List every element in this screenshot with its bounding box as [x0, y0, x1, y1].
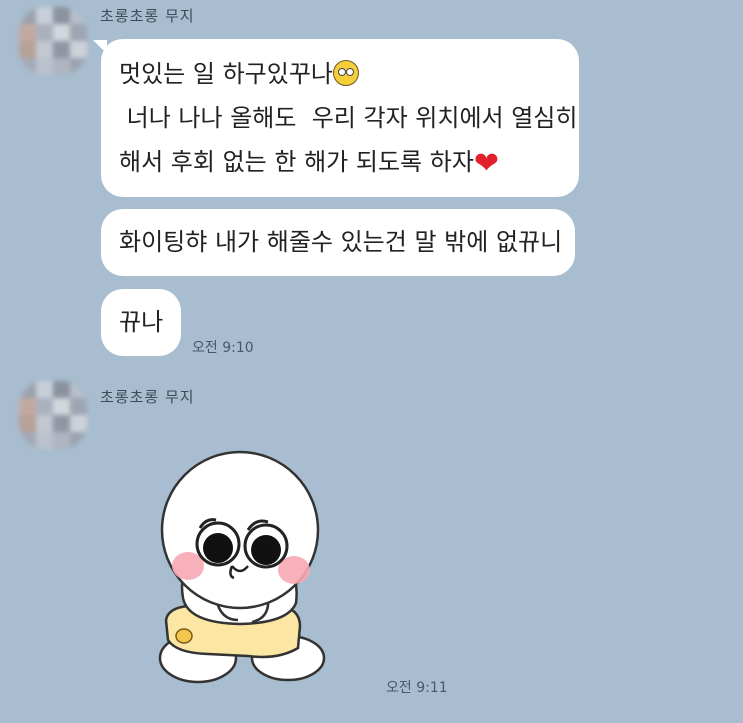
message-text-line3: 해서 후회 없는 한 해가 되도록 하자 — [119, 148, 474, 176]
message-timestamp: 오전 9:11 — [386, 680, 448, 696]
sender-name: 초롱초롱 무지 — [100, 388, 195, 406]
sender-avatar[interactable] — [19, 381, 87, 449]
sender-name: 초롱초롱 무지 — [100, 7, 195, 25]
message-text-line2: 너나 나나 올해도 우리 각자 위치에서 열심히 — [119, 104, 578, 132]
message-bubble[interactable]: 뀨나 — [101, 289, 181, 356]
message-text: 뀨나 — [119, 308, 164, 336]
message-bubble[interactable]: 멋있는 일 하구있꾸나 너나 나나 올해도 우리 각자 위치에서 열심히 해서 … — [101, 39, 579, 197]
chat-room: 초롱초롱 무지 멋있는 일 하구있꾸나 너나 나나 올해도 우리 각자 위치에서… — [0, 0, 743, 723]
message-text-line1: 멋있는 일 하구있꾸나 — [119, 60, 333, 88]
message-timestamp: 오전 9:10 — [192, 340, 254, 356]
muzi-face-emoticon-icon — [332, 60, 359, 86]
sender-avatar[interactable] — [19, 7, 87, 75]
message-text: 화이팅햐 내가 해줄수 있는건 말 밖에 없뀨니 — [119, 228, 563, 256]
heart-icon: ❤ — [473, 146, 500, 181]
character-sticker-icon[interactable] — [128, 448, 368, 688]
message-bubble[interactable]: 화이팅햐 내가 해줄수 있는건 말 밖에 없뀨니 — [101, 209, 575, 276]
